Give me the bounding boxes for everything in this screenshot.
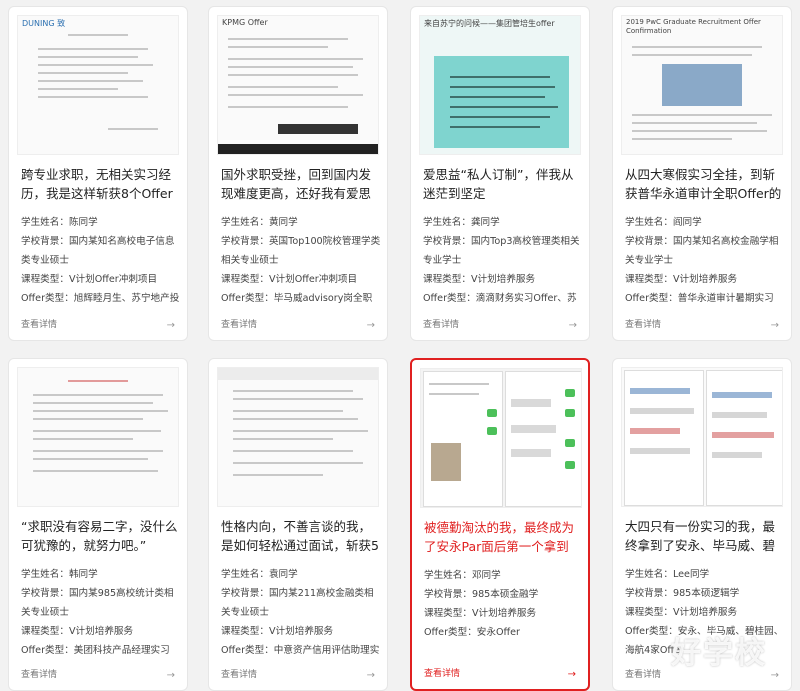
case-card[interactable]: KPMG Offer 国外求职受挫，回到国内发现难度更高，还好我有爱思 学生姓名… [208, 6, 388, 341]
arrow-right-icon[interactable]: → [771, 670, 779, 681]
course-type: V计划Offer冲刺项目 [268, 274, 358, 285]
thumbnail-caption: 2019 PwC Graduate Recruitment Offer Conf… [626, 18, 761, 35]
case-card[interactable]: 来自苏宁的问候——集团管培生offer 爱思益“私人订制”，伴我从迷茫到坚定 学… [410, 6, 590, 341]
course-type: V计划培养服务 [68, 626, 134, 637]
case-title[interactable]: 被德勤淘汰的我，最终成为了安永Par面后第一个拿到 [424, 518, 584, 556]
view-details-link[interactable]: 查看详情 [625, 317, 661, 330]
school-background: 985本硕金融学 [471, 589, 539, 600]
student-name: Lee同学 [672, 569, 710, 580]
view-details-link[interactable]: 查看详情 [21, 317, 57, 330]
offer-letter-thumbnail [17, 367, 179, 507]
arrow-right-icon[interactable]: → [167, 320, 175, 331]
student-name: 韩同学 [68, 569, 98, 580]
case-info: 学生姓名：韩同学 学校背景：国内某985高校统计类相关专业硕士 课程类型：V计划… [21, 565, 181, 660]
offer-type: 安永Offer [476, 627, 520, 638]
arrow-right-icon[interactable]: → [569, 320, 577, 331]
case-card[interactable]: 性格内向，不善言谈的我，是如何轻松通过面试，斩获5 学生姓名：袁同学 学校背景：… [208, 358, 388, 691]
case-card[interactable]: “求职没有容易二字，没什么可犹豫的，就努力吧。” 学生姓名：韩同学 学校背景：国… [8, 358, 188, 691]
offer-letter-thumbnail: KPMG Offer [217, 15, 379, 155]
offer-letter-thumbnail [217, 367, 379, 507]
thumbnail-caption: DUNING 致 [22, 19, 66, 28]
student-name: 邓同学 [471, 570, 501, 581]
student-name: 袁同学 [268, 569, 298, 580]
student-name: 陈同学 [68, 217, 98, 228]
course-type: V计划培养服务 [672, 607, 738, 618]
case-card[interactable]: 2019 PwC Graduate Recruitment Offer Conf… [612, 6, 792, 341]
thumbnail-caption: 来自苏宁的问候——集团管培生offer [424, 19, 555, 28]
chat-screenshot-thumbnail [420, 368, 582, 508]
school-background: 985本硕逻辑学 [672, 588, 740, 599]
offer-letter-thumbnail: 来自苏宁的问候——集团管培生offer [419, 15, 581, 155]
offer-letter-thumbnail: DUNING 致 [17, 15, 179, 155]
arrow-right-icon[interactable]: → [568, 669, 576, 680]
arrow-right-icon[interactable]: → [771, 320, 779, 331]
view-details-link[interactable]: 查看详情 [21, 667, 57, 680]
case-info: 学生姓名：邓同学 学校背景：985本硕金融学 课程类型：V计划培养服务 Offe… [424, 570, 539, 638]
arrow-right-icon[interactable]: → [367, 670, 375, 681]
case-info: 学生姓名：龚同学 学校背景：国内Top3高校管理类相关专业学士 课程类型：V计划… [423, 213, 583, 308]
case-info: 学生姓名：阎同学 学校背景：国内某知名高校金融学相关专业学士 课程类型：V计划培… [625, 213, 785, 308]
site-watermark: 好学校 [671, 636, 767, 671]
student-name: 黄同学 [268, 217, 298, 228]
case-title[interactable]: 国外求职受挫，回到国内发现难度更高，还好我有爱思 [221, 165, 381, 203]
view-details-link[interactable]: 查看详情 [221, 667, 257, 680]
case-title[interactable]: 从四大寒假实习全挂，到斩获普华永道审计全职Offer的 [625, 165, 785, 203]
case-card[interactable]: 大四只有一份实习的我，最终拿到了安永、毕马威、碧 学生姓名：Lee同学 学校背景… [612, 358, 792, 691]
view-details-link[interactable]: 查看详情 [423, 317, 459, 330]
case-title[interactable]: “求职没有容易二字，没什么可犹豫的，就努力吧。” [21, 517, 181, 555]
case-title[interactable]: 爱思益“私人订制”，伴我从迷茫到坚定 [423, 165, 583, 203]
course-type: V计划培养服务 [470, 274, 536, 285]
case-title[interactable]: 跨专业求职，无相关实习经历，我是这样斩获8个Offer [21, 165, 181, 203]
case-info: 学生姓名：黄同学 学校背景：英国Top100院校管理学类相关专业硕士 课程类型：… [221, 213, 381, 308]
case-card-selected[interactable]: 被德勤淘汰的我，最终成为了安永Par面后第一个拿到 学生姓名：邓同学 学校背景：… [410, 358, 590, 691]
student-name: 龚同学 [470, 217, 500, 228]
view-details-link[interactable]: 查看详情 [625, 667, 661, 680]
case-info: 学生姓名：陈同学 学校背景：国内某知名高校电子信息类专业硕士 课程类型：V计划O… [21, 213, 181, 308]
course-type: V计划培养服务 [672, 274, 738, 285]
offer-letter-thumbnail: 2019 PwC Graduate Recruitment Offer Conf… [621, 15, 783, 155]
course-type: V计划Offer冲刺项目 [68, 274, 158, 285]
case-title[interactable]: 大四只有一份实习的我，最终拿到了安永、毕马威、碧 [625, 517, 785, 555]
view-details-link[interactable]: 查看详情 [424, 666, 460, 679]
thumbnail-caption: KPMG Offer [222, 18, 268, 27]
arrow-right-icon[interactable]: → [167, 670, 175, 681]
case-info: 学生姓名：袁同学 学校背景：国内某211高校金融类相关专业硕士 课程类型：V计划… [221, 565, 381, 660]
case-card[interactable]: DUNING 致 跨专业求职，无相关实习经历，我是这样斩获8个Offer 学生姓… [8, 6, 188, 341]
student-name: 阎同学 [672, 217, 702, 228]
course-type: V计划培养服务 [268, 626, 334, 637]
arrow-right-icon[interactable]: → [367, 320, 375, 331]
chat-screenshot-thumbnail [621, 367, 783, 507]
course-type: V计划培养服务 [471, 608, 537, 619]
view-details-link[interactable]: 查看详情 [221, 317, 257, 330]
case-title[interactable]: 性格内向，不善言谈的我，是如何轻松通过面试，斩获5 [221, 517, 381, 555]
